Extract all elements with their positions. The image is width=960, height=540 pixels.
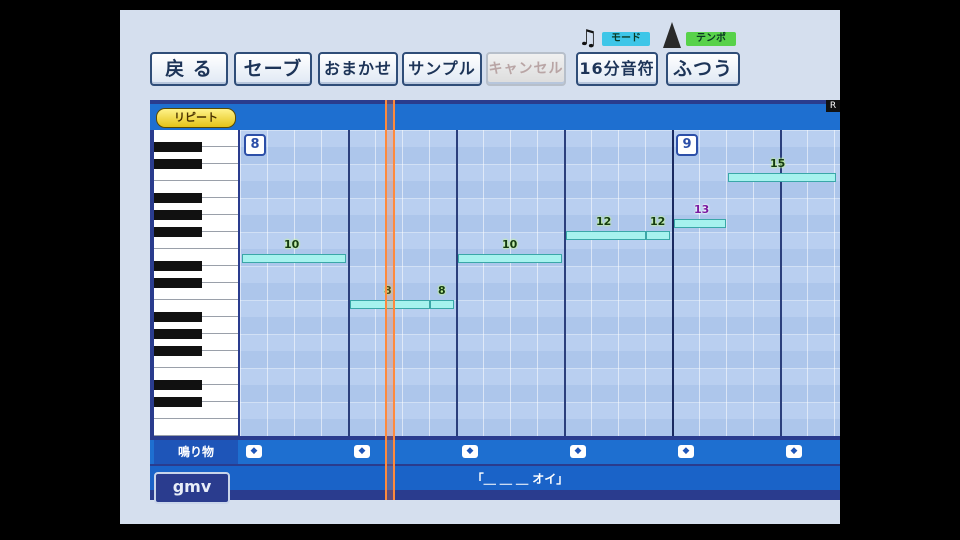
drum-icon[interactable]: ◆ — [570, 445, 586, 458]
note-label: 13 — [694, 203, 710, 216]
note[interactable] — [242, 254, 346, 263]
logo: gmv — [154, 472, 230, 504]
playback-cursor[interactable] — [385, 100, 395, 500]
percussion-label: 鳴り物 — [154, 440, 238, 464]
black-key — [154, 380, 202, 390]
tempo-button[interactable]: ふつう — [666, 52, 740, 86]
measure-number: 9 — [676, 134, 698, 156]
music-note-icon: ♫ — [578, 26, 598, 51]
note-label: 15 — [770, 157, 786, 170]
beat-line — [456, 130, 458, 436]
auto-compose-button[interactable]: おまかせ — [318, 52, 398, 86]
black-key — [154, 346, 202, 356]
note-label: 8 — [438, 284, 446, 297]
lyric-text: 「＿ ＿ ＿ オイ」 — [471, 472, 569, 486]
drum-icon[interactable]: ◆ — [462, 445, 478, 458]
beat-line — [348, 130, 350, 436]
drum-icon[interactable]: ◆ — [354, 445, 370, 458]
note[interactable] — [674, 219, 726, 228]
note[interactable] — [646, 231, 670, 240]
measure-bar — [150, 104, 840, 130]
measure-number: 8 — [244, 134, 266, 156]
drum-icon[interactable]: ◆ — [678, 445, 694, 458]
black-key — [154, 278, 202, 288]
beat-line — [564, 130, 566, 436]
note[interactable] — [728, 173, 836, 182]
note-label: 12 — [596, 215, 612, 228]
black-key — [154, 193, 202, 203]
black-key — [154, 397, 202, 407]
drum-icon[interactable]: ◆ — [246, 445, 262, 458]
note-label: 12 — [650, 215, 666, 228]
black-key — [154, 142, 202, 152]
note[interactable] — [430, 300, 454, 309]
tempo-tag: テンポ — [686, 32, 736, 46]
black-key — [154, 227, 202, 237]
piano-keyboard — [154, 130, 238, 436]
music-editor-screen: ♫ モード テンポ 戻 る セーブ おまかせ サンプル キャンセル 16分音符 … — [120, 10, 840, 524]
note-label: 10 — [284, 238, 300, 251]
piano-roll-editor: リピート R 8 9 10 8 8 10 12 12 13 15 鳴り物 ◆ ◆… — [150, 100, 840, 504]
drum-icon[interactable]: ◆ — [786, 445, 802, 458]
black-key — [154, 261, 202, 271]
save-button[interactable]: セーブ — [234, 52, 312, 86]
note-length-button[interactable]: 16分音符 — [576, 52, 658, 86]
sample-button[interactable]: サンプル — [402, 52, 482, 86]
black-key — [154, 329, 202, 339]
note[interactable] — [458, 254, 562, 263]
repeat-button[interactable]: リピート — [156, 108, 236, 128]
white-key — [154, 419, 238, 436]
mode-tag: モード — [602, 32, 650, 46]
measure-line — [672, 130, 674, 436]
note-grid[interactable]: 8 9 10 8 8 10 12 12 13 15 — [240, 130, 840, 436]
black-key — [154, 210, 202, 220]
note-label: 10 — [502, 238, 518, 251]
black-key — [154, 159, 202, 169]
note[interactable] — [566, 231, 646, 240]
back-button[interactable]: 戻 る — [150, 52, 228, 86]
r-marker: R — [826, 100, 840, 112]
cancel-button: キャンセル — [486, 52, 566, 86]
black-key — [154, 312, 202, 322]
metronome-icon — [663, 22, 681, 48]
